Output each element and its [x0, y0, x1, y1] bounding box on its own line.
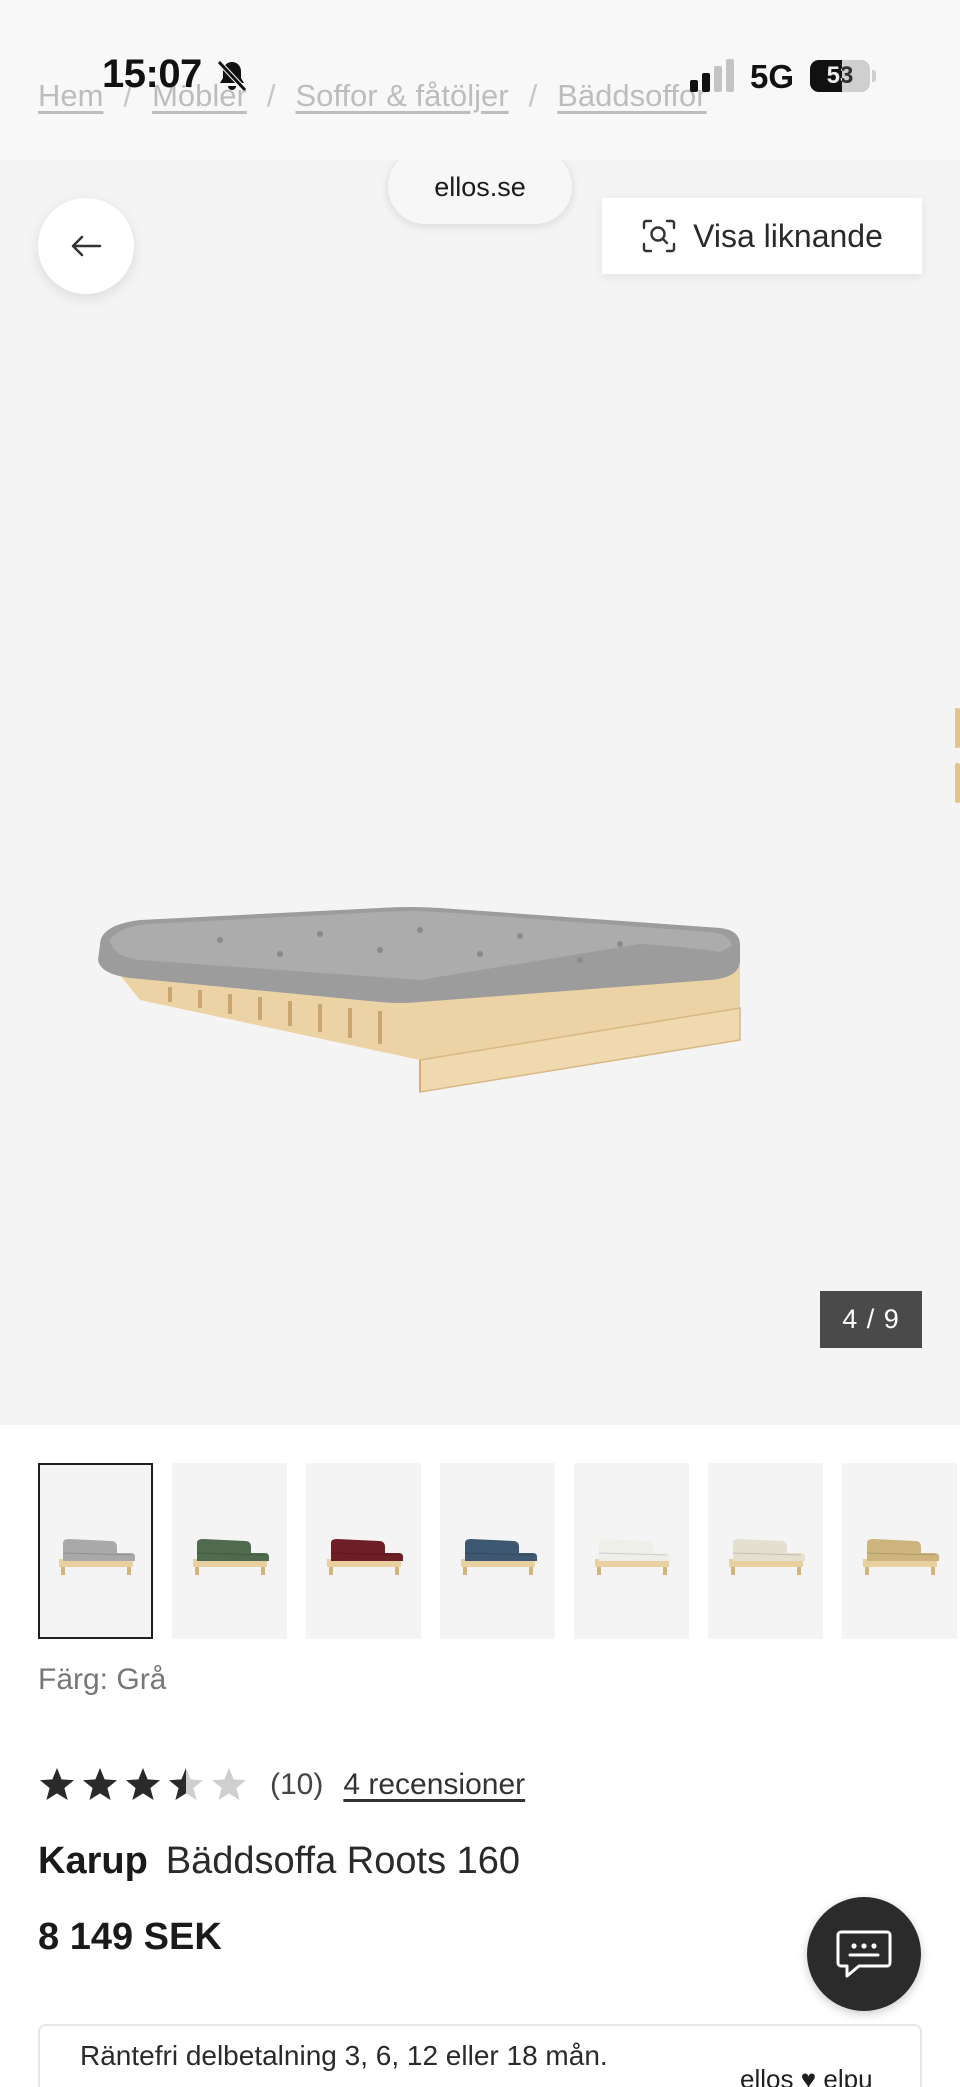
reviews-link[interactable]: 4 recensioner: [343, 1768, 525, 1802]
product-title: Karup Bäddsoffa Roots 160: [38, 1840, 520, 1883]
breadcrumb-item-soffor[interactable]: Soffor & fåtöljer: [295, 78, 508, 113]
sofa-thumbnail-image: [728, 1539, 805, 1575]
ellos-elpu-logo: ellos ♥ elpu: [740, 2064, 873, 2087]
rating-count: (10): [270, 1768, 324, 1801]
star-icon: [169, 1768, 203, 1800]
sofa-thumbnail-image: [460, 1539, 537, 1575]
battery-level: 53: [826, 62, 854, 89]
visa-liknande-label: Visa liknande: [693, 217, 883, 254]
color-thumbnail-5[interactable]: [574, 1463, 689, 1639]
star-icon: [126, 1768, 160, 1800]
color-thumbnail-1[interactable]: [38, 1463, 153, 1639]
thumbnail-strip: [38, 1463, 957, 1639]
network-type: 5G: [750, 58, 795, 95]
sofa-thumbnail-image: [326, 1539, 403, 1575]
color-thumbnail-7[interactable]: [842, 1463, 957, 1639]
back-button[interactable]: [38, 198, 134, 294]
sofa-thumbnail-image: [192, 1539, 269, 1575]
star-icon: [83, 1768, 117, 1800]
product-image: [98, 907, 741, 1093]
breadcrumb-item-baddsoffor[interactable]: Bäddsoffor: [557, 78, 706, 113]
status-time: 15:07: [102, 52, 202, 96]
visa-liknande-button[interactable]: Visa liknande: [602, 198, 922, 274]
color-thumbnail-2[interactable]: [172, 1463, 287, 1639]
chat-bubble-icon: [836, 1930, 892, 1978]
breadcrumb-separator: /: [266, 78, 276, 113]
color-thumbnail-6[interactable]: [708, 1463, 823, 1639]
sofa-thumbnail-image: [594, 1539, 671, 1575]
bell-off-icon: [217, 60, 247, 92]
product-brand: Karup: [38, 1840, 148, 1882]
rating-row: (10) 4 recensioner: [38, 1760, 525, 1810]
financing-box[interactable]: Räntefri delbetalning 3, 6, 12 eller 18 …: [38, 2024, 922, 2087]
sofa-thumbnail-image: [862, 1539, 939, 1575]
sofa-thumbnail-image: [58, 1539, 135, 1575]
product-name: Bäddsoffa Roots 160: [165, 1840, 521, 1882]
top-bar: Hem / Möbler / Soffor & fåtöljer / Bäddsoffor …: [0, 0, 960, 160]
selected-color: Färg: Grå: [38, 1663, 167, 1696]
url-bar[interactable]: ellos.se: [388, 160, 572, 224]
star-icon: [212, 1768, 246, 1800]
star-icon: [40, 1768, 74, 1800]
next-image-peek: [955, 708, 960, 803]
breadcrumb-item-hem[interactable]: Hem: [38, 78, 103, 113]
rating-stars: [38, 1766, 248, 1804]
image-counter: 4 / 9: [820, 1291, 922, 1348]
financing-text: Räntefri delbetalning 3, 6, 12 eller 18 …: [80, 2040, 608, 2071]
breadcrumb-separator: /: [528, 78, 538, 113]
chat-button[interactable]: [807, 1897, 921, 2011]
color-thumbnail-3[interactable]: [306, 1463, 421, 1639]
arrow-left-icon: [71, 235, 102, 257]
signal-strength-icon: [690, 59, 734, 92]
color-thumbnail-4[interactable]: [440, 1463, 555, 1639]
product-gallery[interactable]: ellos.se Visa liknande 4 / 9: [0, 160, 960, 1425]
visual-search-icon: [642, 219, 676, 253]
heart-icon: ♥: [800, 2064, 817, 2087]
product-price: 8 149 SEK: [38, 1916, 222, 1958]
battery-icon: 53: [810, 60, 876, 92]
